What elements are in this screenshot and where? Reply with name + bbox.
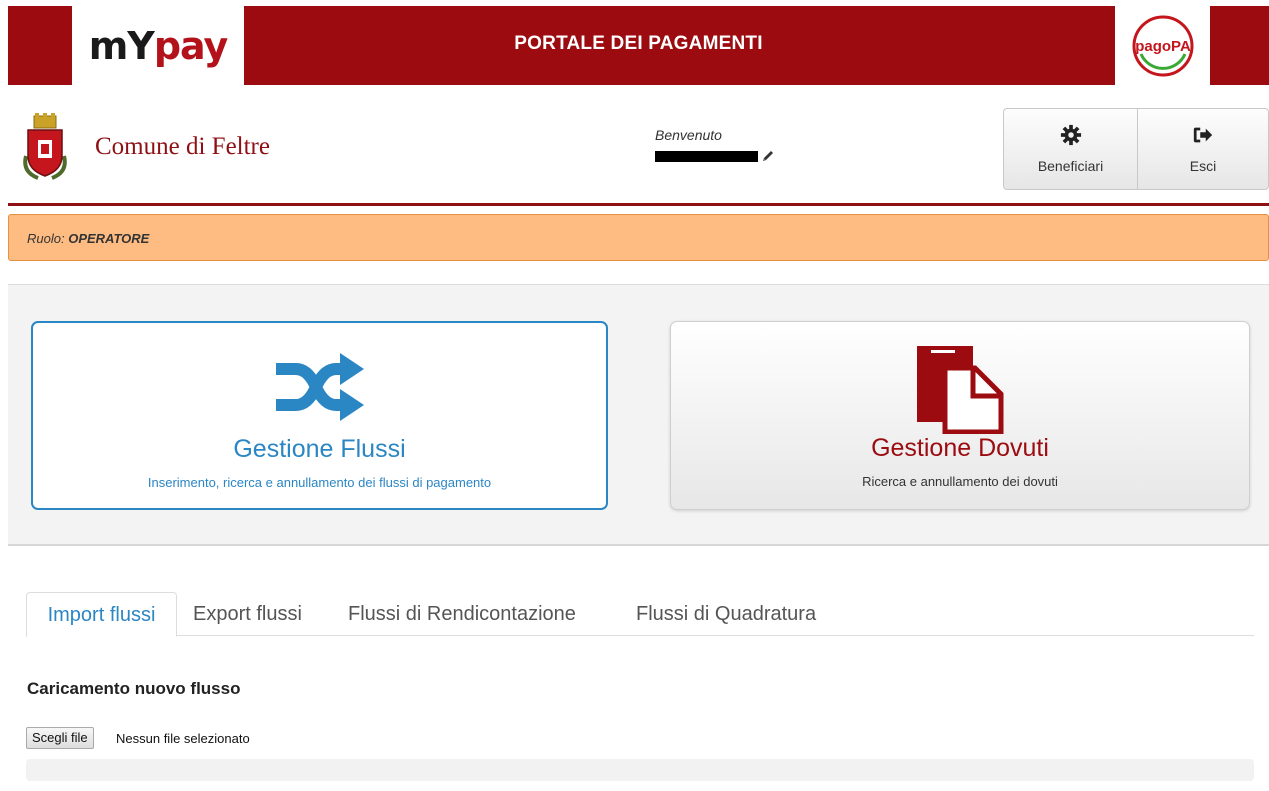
- tab-flussi-quadratura[interactable]: Flussi di Quadratura: [636, 592, 816, 636]
- svg-text:pagoPA: pagoPA: [1135, 38, 1191, 55]
- gestione-dovuti-title: Gestione Dovuti: [871, 434, 1049, 462]
- welcome-label: Benvenuto: [655, 127, 722, 143]
- shuffle-icon: [275, 353, 364, 421]
- sign-out-icon: [1193, 127, 1213, 143]
- flussi-tabs: Import flussi Export flussi Flussi di Re…: [26, 592, 1254, 637]
- beneficiari-button[interactable]: Beneficiari: [1003, 108, 1138, 190]
- upload-progress-bar: [26, 759, 1254, 781]
- role-value: OPERATORE: [68, 231, 150, 246]
- tab-import-flussi[interactable]: Import flussi: [26, 592, 177, 637]
- beneficiari-label: Beneficiari: [1037, 158, 1104, 174]
- tab-flussi-rendicontazione[interactable]: Flussi di Rendicontazione: [348, 592, 576, 636]
- choose-file-button[interactable]: Scegli file: [26, 727, 94, 749]
- upload-heading: Caricamento nuovo flusso: [27, 679, 241, 698]
- esci-button[interactable]: Esci: [1137, 108, 1269, 190]
- gestione-dovuti-tile[interactable]: Gestione Dovuti Ricerca e annullamento d…: [670, 321, 1250, 510]
- comune-name: Comune di Feltre: [95, 133, 270, 160]
- portal-title: PORTALE DEI PAGAMENTI: [514, 33, 763, 54]
- esci-label: Esci: [1189, 158, 1217, 174]
- file-status-text: Nessun file selezionato: [116, 731, 250, 746]
- documents-icon: [917, 346, 1004, 434]
- gestione-flussi-description: Inserimento, ricerca e annullamento dei …: [147, 475, 492, 490]
- pagopa-logo-icon: pagoPA: [1132, 15, 1193, 76]
- top-banner: mYpay PORTALE DEI PAGAMENTI pagoPA: [8, 6, 1269, 85]
- pencil-icon[interactable]: [760, 148, 776, 164]
- tiles-area: Gestione Flussi Inserimento, ricerca e a…: [8, 284, 1269, 546]
- pagopa-logo: pagoPA: [1115, 6, 1210, 85]
- gear-icon: [1060, 124, 1081, 146]
- gestione-flussi-tile[interactable]: Gestione Flussi Inserimento, ricerca e a…: [31, 321, 608, 510]
- header-divider: [8, 203, 1269, 206]
- user-name-redacted: [655, 151, 758, 162]
- tab-export-flussi[interactable]: Export flussi: [193, 592, 302, 636]
- comune-crest-icon: [23, 113, 67, 180]
- role-bar: Ruolo: OPERATORE: [8, 214, 1269, 261]
- role-prefix: Ruolo:: [27, 231, 69, 246]
- gestione-flussi-title: Gestione Flussi: [233, 435, 406, 463]
- gestione-dovuti-description: Ricerca e annullamento dei dovuti: [862, 474, 1058, 489]
